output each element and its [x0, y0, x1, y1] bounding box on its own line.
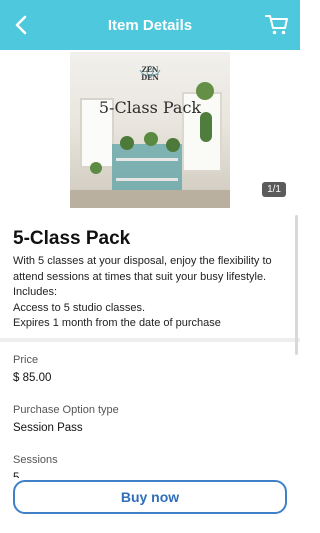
- app-header: Item Details: [0, 0, 300, 50]
- chevron-left-icon: [15, 15, 27, 35]
- image-caption: 5-Class Pack: [98, 98, 202, 117]
- image-carousel[interactable]: ZEN DEN 5-Class Pack 1/1: [0, 50, 300, 212]
- purchase-option-label: Purchase Option type: [13, 404, 119, 416]
- item-title: 5-Class Pack: [13, 228, 131, 249]
- item-description: With 5 classes at your disposal, enjoy t…: [13, 255, 272, 329]
- price-value: $ 85.00: [13, 372, 52, 384]
- back-button[interactable]: [6, 9, 38, 41]
- item-details-list[interactable]: Price $ 85.00 Purchase Option type Sessi…: [0, 342, 300, 482]
- scrollbar[interactable]: [295, 215, 298, 355]
- page-title: Item Details: [107, 16, 193, 34]
- logo-text: ZEN DEN: [141, 65, 159, 82]
- cart-button[interactable]: [262, 10, 292, 40]
- purchase-option-value: Session Pass: [13, 422, 83, 434]
- price-label: Price: [13, 354, 39, 366]
- buy-now-button[interactable]: Buy now: [13, 480, 287, 514]
- cart-icon: [265, 15, 288, 35]
- item-info: 5-Class Pack With 5 classes at your disp…: [0, 212, 300, 338]
- sessions-label: Sessions: [13, 454, 58, 466]
- image-counter: 1/1: [262, 182, 286, 197]
- item-image: ZEN DEN 5-Class Pack: [70, 52, 230, 208]
- buy-bar: Buy now: [0, 478, 300, 533]
